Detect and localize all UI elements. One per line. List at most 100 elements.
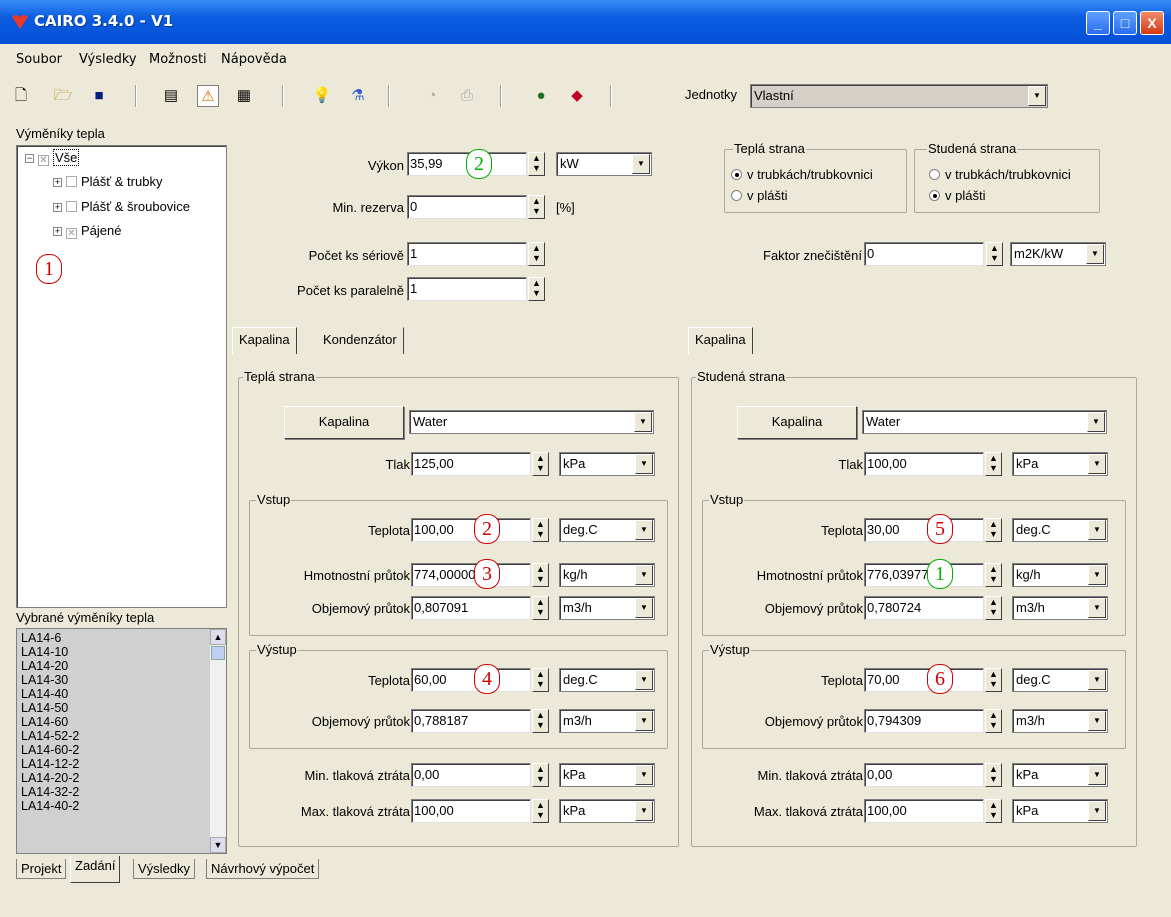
vykon-unit-select[interactable]: kW ▼ bbox=[556, 152, 652, 176]
list-item[interactable]: LA14-6 bbox=[21, 631, 61, 645]
spinner-icon[interactable]: ▲ ▼ bbox=[985, 668, 1002, 692]
cold-fluid-select[interactable]: Water ▼ bbox=[862, 410, 1107, 434]
chart-icon[interactable]: ◔ bbox=[421, 85, 443, 107]
spinner-icon[interactable]: ▲ ▼ bbox=[532, 799, 549, 823]
chevron-down-icon[interactable]: ▼ bbox=[1088, 598, 1106, 618]
maximize-button[interactable]: □ bbox=[1113, 11, 1137, 35]
lightbulb-icon[interactable]: 💡 bbox=[311, 85, 333, 107]
hot-radio-tubes[interactable]: v trubkách/trubkovnici bbox=[731, 167, 873, 182]
cold-volume-flow-input[interactable]: 0,780724 bbox=[864, 596, 984, 620]
diamond-icon[interactable]: ◆ bbox=[566, 85, 588, 107]
chevron-down-icon[interactable]: ▼ bbox=[632, 154, 650, 174]
spinner-icon[interactable]: ▲ ▼ bbox=[985, 763, 1002, 787]
list-item[interactable]: LA14-52-2 bbox=[21, 729, 79, 743]
chevron-down-icon[interactable]: ▼ bbox=[635, 598, 653, 618]
spinner-icon[interactable]: ▲ ▼ bbox=[532, 518, 549, 542]
cold-mass-flow-unit-select[interactable]: kg/h ▼ bbox=[1012, 563, 1108, 587]
menu-vysledky[interactable]: Výsledky bbox=[79, 52, 137, 67]
tab-cold-kapalina[interactable]: Kapalina bbox=[688, 327, 753, 354]
checkbox-icon[interactable] bbox=[66, 176, 77, 187]
hot-min-pressure-drop-input[interactable]: 0,00 bbox=[411, 763, 531, 787]
hot-outlet-temp-input[interactable]: 60,00 bbox=[411, 668, 531, 692]
collapse-icon[interactable]: − bbox=[25, 154, 34, 163]
cold-outlet-temp-input[interactable]: 70,00 bbox=[864, 668, 984, 692]
hot-pressure-input[interactable]: 125,00 bbox=[411, 452, 531, 476]
checkbox-icon[interactable]: ✕ bbox=[38, 155, 49, 166]
parallel-input[interactable]: 1 bbox=[407, 277, 527, 301]
spinner-icon[interactable]: ▲ ▼ bbox=[985, 596, 1002, 620]
radio-icon[interactable] bbox=[929, 169, 940, 180]
checkbox-icon[interactable] bbox=[66, 201, 77, 212]
radio-icon[interactable] bbox=[731, 169, 742, 180]
hot-outlet-temp-unit-select[interactable]: deg.C ▼ bbox=[559, 668, 655, 692]
spinner-icon[interactable]: ▲ ▼ bbox=[985, 799, 1002, 823]
hot-radio-shell[interactable]: v plášti bbox=[731, 188, 787, 203]
tab-projekt[interactable]: Projekt bbox=[16, 859, 67, 879]
spinner-icon[interactable]: ▲ ▼ bbox=[985, 452, 1002, 476]
chevron-down-icon[interactable]: ▼ bbox=[1088, 565, 1106, 585]
chevron-down-icon[interactable]: ▼ bbox=[1088, 711, 1106, 731]
cold-inlet-temp-unit-select[interactable]: deg.C ▼ bbox=[1012, 518, 1108, 542]
menu-napoveda[interactable]: Nápověda bbox=[221, 52, 287, 67]
list-item[interactable]: LA14-60 bbox=[21, 715, 68, 729]
spinner-icon[interactable]: ▲ ▼ bbox=[528, 195, 545, 219]
spinner-icon[interactable]: ▲ ▼ bbox=[528, 277, 545, 301]
radio-icon[interactable] bbox=[929, 190, 940, 201]
chevron-down-icon[interactable]: ▼ bbox=[635, 454, 653, 474]
cold-outlet-temp-unit-select[interactable]: deg.C ▼ bbox=[1012, 668, 1108, 692]
chevron-down-icon[interactable]: ▼ bbox=[1086, 244, 1104, 264]
hot-fluid-button[interactable]: Kapalina bbox=[284, 406, 404, 439]
list-item[interactable]: LA14-10 bbox=[21, 645, 68, 659]
spinner-icon[interactable]: ▲ ▼ bbox=[532, 668, 549, 692]
tree-node-all[interactable]: − ✕ Vše bbox=[25, 149, 80, 166]
globe-icon[interactable]: ● bbox=[530, 85, 552, 107]
chevron-down-icon[interactable]: ▼ bbox=[635, 765, 653, 785]
chevron-down-icon[interactable]: ▼ bbox=[634, 412, 652, 432]
spinner-icon[interactable]: ▲ ▼ bbox=[532, 563, 549, 587]
cold-fluid-button[interactable]: Kapalina bbox=[737, 406, 857, 439]
hot-inlet-temp-unit-select[interactable]: deg.C ▼ bbox=[559, 518, 655, 542]
spinner-icon[interactable]: ▲ ▼ bbox=[986, 242, 1003, 266]
hot-max-pressure-drop-unit-select[interactable]: kPa ▼ bbox=[559, 799, 655, 823]
units-select[interactable]: Vlastní ▼ bbox=[750, 84, 1048, 108]
minimize-button[interactable]: _ bbox=[1086, 11, 1110, 35]
hot-min-pressure-drop-unit-select[interactable]: kPa ▼ bbox=[559, 763, 655, 787]
expand-icon[interactable]: + bbox=[53, 203, 62, 212]
cold-pressure-unit-select[interactable]: kPa ▼ bbox=[1012, 452, 1108, 476]
chevron-down-icon[interactable]: ▼ bbox=[635, 801, 653, 821]
flask-icon[interactable]: ⚗ bbox=[347, 85, 369, 107]
chevron-down-icon[interactable]: ▼ bbox=[635, 520, 653, 540]
hot-fluid-select[interactable]: Water ▼ bbox=[409, 410, 654, 434]
cold-outlet-volume-flow-unit-select[interactable]: m3/h ▼ bbox=[1012, 709, 1108, 733]
chevron-down-icon[interactable]: ▼ bbox=[1028, 86, 1046, 106]
list-item[interactable]: LA14-20 bbox=[21, 659, 68, 673]
list-item[interactable]: LA14-50 bbox=[21, 701, 68, 715]
cold-mass-flow-input[interactable]: 776,039770 bbox=[864, 563, 984, 587]
tab-vysledky[interactable]: Výsledky bbox=[133, 859, 196, 879]
new-file-icon[interactable]: 🗋 bbox=[10, 85, 32, 107]
hot-max-pressure-drop-input[interactable]: 100,00 bbox=[411, 799, 531, 823]
checkbox-icon[interactable]: ✕ bbox=[66, 228, 77, 239]
table-icon[interactable]: ▦ bbox=[233, 85, 255, 107]
document-icon[interactable]: ▤ bbox=[160, 85, 182, 107]
scroll-down-icon[interactable]: ▼ bbox=[210, 837, 226, 853]
rezerva-input[interactable]: 0 bbox=[407, 195, 527, 219]
spinner-icon[interactable]: ▲ ▼ bbox=[532, 709, 549, 733]
chevron-down-icon[interactable]: ▼ bbox=[635, 711, 653, 731]
tab-zadani[interactable]: Zadání bbox=[70, 856, 121, 883]
chevron-down-icon[interactable]: ▼ bbox=[1087, 412, 1105, 432]
list-item[interactable]: LA14-40 bbox=[21, 687, 68, 701]
cold-max-pressure-drop-input[interactable]: 100,00 bbox=[864, 799, 984, 823]
hot-mass-flow-unit-select[interactable]: kg/h ▼ bbox=[559, 563, 655, 587]
list-item[interactable]: LA14-20-2 bbox=[21, 771, 79, 785]
chevron-down-icon[interactable]: ▼ bbox=[635, 565, 653, 585]
list-item[interactable]: LA14-40-2 bbox=[21, 799, 79, 813]
menu-moznosti[interactable]: Možnosti bbox=[149, 52, 207, 67]
close-button[interactable]: X bbox=[1140, 11, 1164, 35]
cold-min-pressure-drop-unit-select[interactable]: kPa ▼ bbox=[1012, 763, 1108, 787]
warning-icon[interactable]: ⚠ bbox=[197, 85, 219, 107]
hot-inlet-temp-input[interactable]: 100,00 bbox=[411, 518, 531, 542]
menu-soubor[interactable]: Soubor bbox=[16, 52, 62, 67]
cold-radio-shell[interactable]: v plášti bbox=[929, 188, 985, 203]
hot-volume-flow-unit-select[interactable]: m3/h ▼ bbox=[559, 596, 655, 620]
